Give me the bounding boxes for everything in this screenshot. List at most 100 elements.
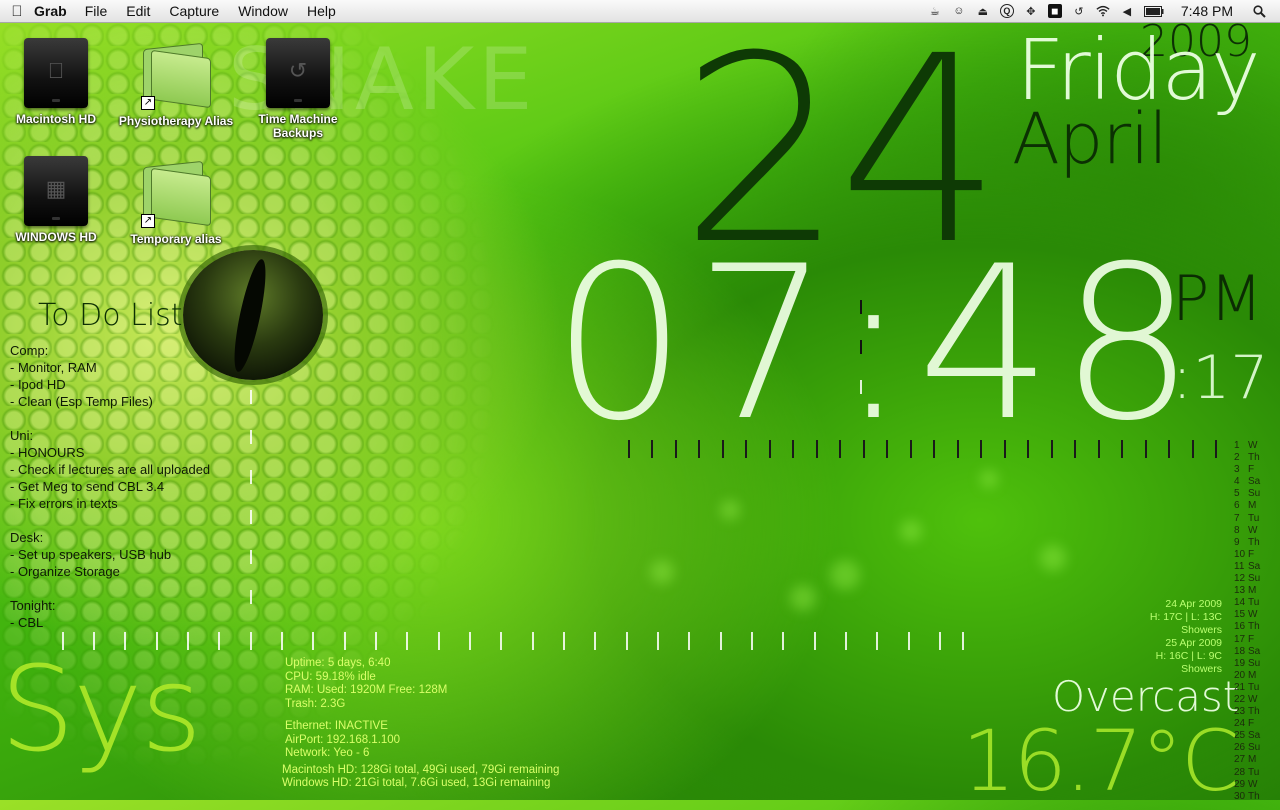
airport-text: AirPort: 192.168.1.100 [285, 733, 401, 746]
todo-item: - Monitor, RAM [10, 360, 97, 375]
desktop-icon-label: WINDOWS HD [15, 230, 97, 244]
month-calendar: 1 W 2 Th 3 F 4 Sa 5 Su 6 M 7 Tu 8 W 9 Th 10 F 11 Sa 12 Su 13 M 14 T… [1234, 440, 1260, 803]
todo-item: - Check if lectures are all uploaded [10, 462, 211, 477]
calendar-weekday: F [1248, 718, 1255, 730]
hard-drive-icon: ▦ [24, 156, 88, 226]
calendar-day: 30 Th [1234, 791, 1260, 803]
todo-heading: Uni: [10, 428, 34, 443]
calendar-day: 1W [1234, 440, 1260, 452]
uptime-text: Uptime: 5 days, 6:40 [285, 657, 391, 669]
calendar-weekday: M [1248, 585, 1257, 597]
todo-item: - CBL [10, 615, 44, 630]
wifi-icon[interactable] [1096, 4, 1110, 18]
calendar-day-number: 29 [1234, 778, 1246, 790]
calendar-weekday: W [1248, 778, 1258, 790]
apple-menu-icon[interactable]:  [0, 3, 34, 20]
calendar-day-number: 17 [1234, 633, 1246, 645]
app-icon[interactable]: ◼ [1047, 4, 1062, 18]
bokeh-light [900, 520, 922, 542]
calendar-weekday: M [1248, 669, 1257, 681]
calendar-day-number: 12 [1234, 573, 1246, 585]
calendar-day: 22 W [1234, 694, 1260, 706]
app-menu[interactable]: Grab [34, 3, 67, 19]
calendar-day-number: 30 [1234, 790, 1246, 802]
calendar-day: 5 Su [1234, 488, 1260, 500]
calendar-day: 7 Tu [1234, 513, 1260, 525]
todo-item: - Ipod HD [10, 377, 66, 392]
calendar-day: 10 F [1234, 549, 1260, 561]
calendar-weekday: F [1248, 464, 1255, 476]
volume-icon[interactable]: ◀ [1120, 4, 1134, 18]
desktop-icon-temporary-alias[interactable]: ↗ Temporary alias [116, 152, 236, 246]
calendar-day-number: 9 [1234, 536, 1240, 548]
q-icon[interactable]: Q [999, 4, 1014, 18]
todo-heading: Desk: [10, 530, 44, 545]
forecast-range: H: 17C | L: 13C [1149, 611, 1222, 623]
calendar-day: 9 Th [1234, 537, 1260, 549]
calendar-day: 29 W [1234, 779, 1260, 791]
calendar-weekday: Th [1248, 790, 1260, 802]
alias-arrow-icon: ↗ [141, 214, 155, 228]
calendar-day: 26 Su [1234, 742, 1260, 754]
calendar-day: 20 M [1234, 670, 1260, 682]
calendar-weekday: Tu [1248, 597, 1260, 609]
calendar-day-number: 7 [1234, 512, 1240, 524]
calendar-day-number: 11 [1234, 560, 1245, 572]
calendar-day: 3F [1234, 464, 1260, 476]
calendar-day-number: 2 [1234, 452, 1240, 464]
calendar-day: 2 Th [1234, 452, 1260, 464]
menu-edit[interactable]: Edit [126, 3, 150, 19]
forecast-date: 24 Apr 2009 [1165, 598, 1222, 610]
todo-item: - Fix errors in texts [10, 496, 118, 511]
calendar-weekday: W [1248, 693, 1258, 705]
menu-clock[interactable]: 7:48 PM [1181, 3, 1233, 19]
calendar-day-number: 28 [1234, 766, 1246, 778]
calendar-day-number: 1 [1234, 440, 1240, 451]
calendar-weekday: Su [1248, 488, 1261, 500]
hard-drive-icon: ↺ [266, 38, 330, 108]
time-text: 07:48 [552, 220, 1203, 467]
crosshair-icon[interactable]: ✥ [1024, 4, 1038, 18]
desktop-icon-macintosh-hd[interactable]:  Macintosh HD [0, 38, 116, 126]
calendar-weekday: Tu [1248, 681, 1260, 693]
menu-help[interactable]: Help [307, 3, 336, 19]
desktop-icon-time-machine-backups[interactable]: ↺ Time Machine Backups [238, 38, 358, 140]
coffee-icon[interactable]: ☕ [928, 4, 942, 18]
mac-hd-text: Macintosh HD: 128Gi total, 49Gi used, 79… [282, 763, 560, 776]
calendar-day: 25 Sa [1234, 730, 1260, 742]
menu-bar:  Grab File Edit Capture Window Help ☕ ☺… [0, 0, 1280, 23]
desktop-icon-physiotherapy-alias[interactable]: ↗ Physiotherapy Alias [116, 34, 236, 128]
calendar-day: 15 W [1234, 609, 1260, 621]
user-icon[interactable]: ☺ [952, 4, 966, 18]
menu-window[interactable]: Window [238, 3, 288, 19]
calendar-day-number: 25 [1234, 730, 1246, 742]
calendar-day: 21 Tu [1234, 682, 1260, 694]
todo-heading: Comp: [10, 343, 49, 358]
menu-capture[interactable]: Capture [169, 3, 219, 19]
calendar-weekday: Su [1248, 742, 1261, 754]
month-text: April [1012, 98, 1168, 180]
desktop-icon-label: Physiotherapy Alias [118, 114, 234, 128]
trash-text: Trash: 2.3G [285, 697, 346, 710]
seconds-ticks-upper [628, 440, 1228, 460]
todo-section-comp: Comp: - Monitor, RAM - Ipod HD - Clean (… [10, 342, 210, 410]
calendar-day-number: 6 [1234, 500, 1240, 512]
calendar-day: 16 Th [1234, 621, 1260, 633]
weather-forecast: 24 Apr 2009 H: 17C | L: 13C Showers 25 A… [1150, 598, 1222, 676]
ram-text: RAM: Used: 1920M Free: 128M [285, 684, 448, 696]
forecast-date: 25 Apr 2009 [1165, 637, 1222, 649]
time-machine-icon[interactable]: ↺ [1072, 4, 1086, 18]
todo-item: - Set up speakers, USB hub [10, 547, 172, 562]
calendar-day-number: 15 [1234, 609, 1246, 621]
calendar-day-number: 4 [1234, 476, 1240, 488]
ampm-text: PM [1172, 262, 1263, 335]
menu-file[interactable]: File [85, 3, 108, 19]
calendar-day-number: 27 [1234, 754, 1246, 766]
spotlight-icon[interactable] [1252, 4, 1266, 18]
network-text: Network: Yeo - 6 [285, 747, 370, 759]
eject-icon[interactable]: ⏏ [976, 4, 990, 18]
hard-drive-icon:  [24, 38, 88, 108]
desktop-icon-windows-hd[interactable]: ▦ WINDOWS HD [0, 156, 116, 244]
battery-icon[interactable] [1143, 4, 1164, 18]
calendar-weekday: W [1248, 524, 1258, 536]
